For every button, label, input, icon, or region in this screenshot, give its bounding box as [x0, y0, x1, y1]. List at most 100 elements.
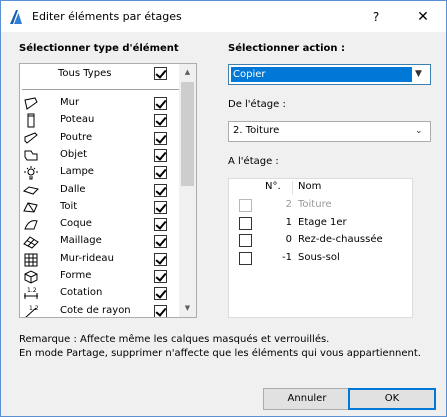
story-number: 1 — [285, 216, 292, 228]
element-type-row[interactable]: Forme — [20, 268, 180, 285]
element-type-row[interactable]: 1.2 Cotation — [20, 285, 180, 302]
element-type-checkbox[interactable] — [154, 235, 167, 249]
element-type-checkbox[interactable] — [154, 252, 167, 266]
lamp-icon — [24, 166, 38, 180]
svg-text:1.2: 1.2 — [29, 305, 39, 312]
ok-button[interactable]: OK — [348, 388, 436, 410]
element-type-row[interactable]: Poutre — [20, 130, 180, 147]
help-button[interactable]: ? — [364, 8, 388, 26]
story-number: 2 — [285, 199, 292, 210]
element-type-label: Maillage — [60, 235, 102, 247]
element-type-list: Tous Types Mur Poteau Poutre Objet Lampe Dall… — [19, 63, 197, 318]
edit-by-story-dialog: Editer éléments par étages ? ✕ Sélection… — [0, 0, 447, 417]
element-type-row[interactable]: Poteau — [20, 112, 180, 129]
remark-line-2: En mode Partage, supprimer n'affecte que… — [19, 348, 421, 359]
element-type-label: Mur — [60, 97, 80, 108]
element-type-row[interactable]: Maillage — [20, 233, 180, 250]
archicad-app-icon — [10, 10, 22, 24]
story-row[interactable]: 0 Rez-de-chaussée — [229, 232, 412, 249]
element-type-row[interactable]: Lampe — [20, 164, 180, 181]
element-type-row[interactable]: Mur — [20, 95, 180, 112]
element-type-checkbox[interactable] — [154, 270, 167, 283]
element-type-label: Coque — [60, 218, 92, 230]
story-name: Etage 1er — [298, 216, 347, 228]
element-type-checkbox[interactable] — [154, 200, 167, 214]
column-icon — [27, 113, 35, 128]
to-story-table: N°. Nom 2 Toiture 1 Etage 1er 0 Rez-de-chauss… — [228, 178, 413, 318]
element-type-section-title: Sélectionner type d'élément — [19, 43, 179, 54]
story-row: 2 Toiture — [229, 197, 412, 214]
element-type-checkbox[interactable] — [154, 97, 167, 110]
story-name: Rez-de-chaussée — [298, 234, 383, 245]
story-name: Sous-sol — [298, 251, 340, 263]
element-type-checkbox[interactable] — [154, 148, 167, 162]
svg-text:1.2: 1.2 — [27, 287, 37, 294]
beam-icon — [24, 132, 38, 144]
element-type-label: Lampe — [60, 166, 94, 178]
chevron-down-icon: ⌄ — [415, 126, 423, 136]
column-divider — [292, 181, 293, 195]
list-divider — [22, 89, 180, 90]
element-type-row[interactable]: Mur-rideau — [20, 251, 180, 268]
element-type-label: Objet — [60, 148, 88, 160]
chevron-down-icon: ▼ — [415, 69, 422, 79]
story-checkbox — [239, 199, 252, 212]
scroll-down-arrow-icon[interactable]: ▼ — [179, 300, 196, 317]
story-checkbox[interactable] — [239, 234, 252, 247]
cancel-button[interactable]: Annuler — [263, 388, 351, 410]
element-type-label: Cotation — [60, 287, 103, 299]
element-type-row[interactable]: Dalle — [20, 182, 180, 199]
action-select-value: Copier — [231, 67, 412, 82]
mesh-icon — [23, 236, 39, 249]
element-type-label: Dalle — [60, 183, 86, 195]
from-story-label: De l'étage : — [228, 99, 286, 110]
element-type-label: Forme — [60, 270, 92, 281]
column-header-name[interactable]: Nom — [298, 181, 321, 192]
element-type-checkbox[interactable] — [154, 183, 167, 197]
to-story-label: A l'étage : — [228, 156, 279, 167]
story-checkbox[interactable] — [239, 216, 252, 230]
scroll-thumb[interactable] — [181, 82, 194, 186]
element-type-checkbox[interactable] — [154, 218, 167, 232]
remark-line-1: Remarque : Affecte même les calques masq… — [19, 334, 330, 345]
radial-dimension-icon: 1.2 — [24, 305, 39, 317]
curtain-wall-icon — [24, 253, 38, 267]
from-story-select[interactable]: 2. Toiture ⌄ — [228, 121, 431, 142]
wall-icon — [24, 97, 38, 110]
all-types-checkbox[interactable] — [154, 67, 167, 80]
roof-icon — [23, 202, 38, 213]
window-title: Editer éléments par étages — [32, 10, 182, 23]
dimension-icon: 1.2 — [24, 287, 38, 300]
all-types-row[interactable]: Tous Types — [20, 64, 180, 84]
column-header-number[interactable]: N°. — [265, 181, 281, 192]
element-type-label: Cote de rayon — [60, 304, 131, 316]
element-type-checkbox[interactable] — [154, 114, 167, 128]
element-type-label: Toit — [60, 200, 78, 212]
action-select[interactable]: Copier ▼ — [228, 64, 431, 85]
action-section-title: Sélectionner action : — [228, 43, 345, 54]
element-type-checkbox[interactable] — [154, 131, 167, 145]
story-row[interactable]: -1 Sous-sol — [229, 250, 412, 267]
story-number: -1 — [282, 251, 292, 263]
element-type-label: Mur-rideau — [60, 252, 114, 264]
story-row[interactable]: 1 Etage 1er — [229, 215, 412, 232]
all-types-label: Tous Types — [58, 68, 112, 79]
element-list-scrollbar[interactable]: ▲ ▼ — [179, 64, 196, 317]
object-icon — [24, 150, 38, 161]
morph-icon — [24, 270, 38, 284]
element-type-row[interactable]: Coque — [20, 216, 180, 233]
element-type-checkbox[interactable] — [154, 304, 167, 317]
element-type-checkbox[interactable] — [154, 287, 167, 301]
from-story-value: 2. Toiture — [233, 125, 280, 136]
close-button[interactable]: ✕ — [401, 5, 445, 29]
element-type-row[interactable]: Toit — [20, 199, 180, 216]
element-type-checkbox[interactable] — [154, 166, 167, 180]
shell-icon — [24, 220, 38, 230]
element-type-label: Poteau — [60, 114, 95, 126]
story-number: 0 — [285, 234, 292, 245]
story-checkbox[interactable] — [239, 251, 252, 265]
element-type-row[interactable]: 1.2 Cote de rayon — [20, 303, 180, 317]
element-type-row[interactable]: Objet — [20, 147, 180, 164]
scroll-up-arrow-icon[interactable]: ▲ — [179, 64, 196, 81]
story-name: Toiture — [298, 199, 332, 210]
